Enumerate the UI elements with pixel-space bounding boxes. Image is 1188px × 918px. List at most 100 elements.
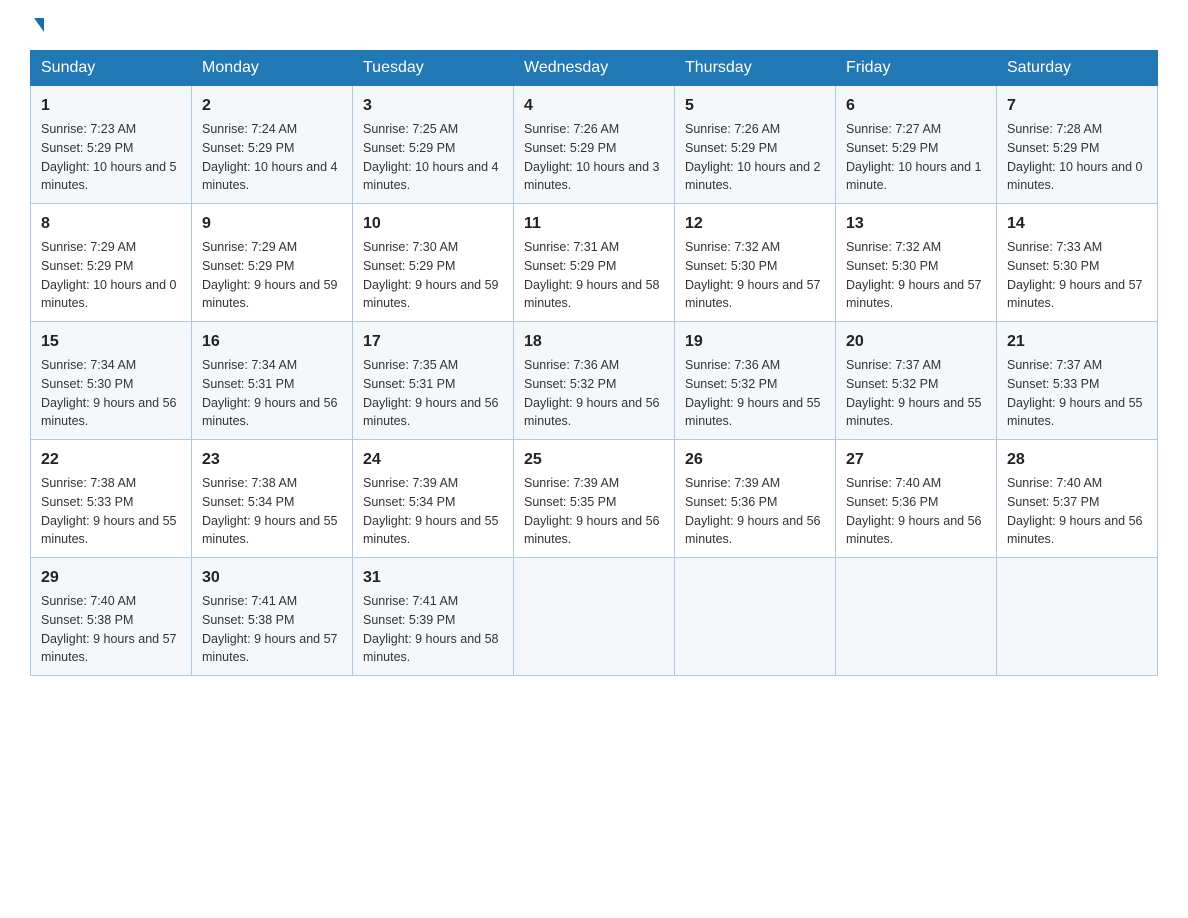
day-info: Sunrise: 7:36 AMSunset: 5:32 PMDaylight:… <box>685 356 825 431</box>
calendar-cell: 22Sunrise: 7:38 AMSunset: 5:33 PMDayligh… <box>31 440 192 558</box>
day-number: 11 <box>524 212 664 236</box>
day-info: Sunrise: 7:31 AMSunset: 5:29 PMDaylight:… <box>524 238 664 313</box>
day-info: Sunrise: 7:32 AMSunset: 5:30 PMDaylight:… <box>846 238 986 313</box>
day-info: Sunrise: 7:37 AMSunset: 5:33 PMDaylight:… <box>1007 356 1147 431</box>
calendar-cell: 1Sunrise: 7:23 AMSunset: 5:29 PMDaylight… <box>31 86 192 204</box>
day-number: 23 <box>202 448 342 472</box>
calendar-cell: 14Sunrise: 7:33 AMSunset: 5:30 PMDayligh… <box>997 204 1158 322</box>
header-cell-friday: Friday <box>836 51 997 86</box>
calendar-table: SundayMondayTuesdayWednesdayThursdayFrid… <box>30 50 1158 676</box>
calendar-cell: 20Sunrise: 7:37 AMSunset: 5:32 PMDayligh… <box>836 322 997 440</box>
calendar-cell: 16Sunrise: 7:34 AMSunset: 5:31 PMDayligh… <box>192 322 353 440</box>
day-number: 2 <box>202 94 342 118</box>
day-number: 6 <box>846 94 986 118</box>
day-info: Sunrise: 7:40 AMSunset: 5:38 PMDaylight:… <box>41 592 181 667</box>
day-number: 27 <box>846 448 986 472</box>
day-info: Sunrise: 7:27 AMSunset: 5:29 PMDaylight:… <box>846 120 986 195</box>
day-number: 31 <box>363 566 503 590</box>
day-info: Sunrise: 7:37 AMSunset: 5:32 PMDaylight:… <box>846 356 986 431</box>
calendar-cell <box>836 558 997 676</box>
logo <box>30 20 44 32</box>
day-number: 10 <box>363 212 503 236</box>
day-number: 30 <box>202 566 342 590</box>
day-info: Sunrise: 7:36 AMSunset: 5:32 PMDaylight:… <box>524 356 664 431</box>
day-info: Sunrise: 7:28 AMSunset: 5:29 PMDaylight:… <box>1007 120 1147 195</box>
day-number: 15 <box>41 330 181 354</box>
calendar-cell <box>514 558 675 676</box>
calendar-cell: 31Sunrise: 7:41 AMSunset: 5:39 PMDayligh… <box>353 558 514 676</box>
day-number: 14 <box>1007 212 1147 236</box>
day-info: Sunrise: 7:39 AMSunset: 5:34 PMDaylight:… <box>363 474 503 549</box>
calendar-cell: 27Sunrise: 7:40 AMSunset: 5:36 PMDayligh… <box>836 440 997 558</box>
calendar-cell: 29Sunrise: 7:40 AMSunset: 5:38 PMDayligh… <box>31 558 192 676</box>
day-info: Sunrise: 7:41 AMSunset: 5:38 PMDaylight:… <box>202 592 342 667</box>
day-number: 18 <box>524 330 664 354</box>
day-number: 21 <box>1007 330 1147 354</box>
day-info: Sunrise: 7:39 AMSunset: 5:36 PMDaylight:… <box>685 474 825 549</box>
calendar-cell: 17Sunrise: 7:35 AMSunset: 5:31 PMDayligh… <box>353 322 514 440</box>
day-number: 19 <box>685 330 825 354</box>
calendar-week-row: 1Sunrise: 7:23 AMSunset: 5:29 PMDaylight… <box>31 86 1158 204</box>
day-info: Sunrise: 7:34 AMSunset: 5:31 PMDaylight:… <box>202 356 342 431</box>
day-info: Sunrise: 7:30 AMSunset: 5:29 PMDaylight:… <box>363 238 503 313</box>
day-number: 12 <box>685 212 825 236</box>
day-info: Sunrise: 7:25 AMSunset: 5:29 PMDaylight:… <box>363 120 503 195</box>
day-info: Sunrise: 7:33 AMSunset: 5:30 PMDaylight:… <box>1007 238 1147 313</box>
calendar-cell: 8Sunrise: 7:29 AMSunset: 5:29 PMDaylight… <box>31 204 192 322</box>
calendar-cell: 2Sunrise: 7:24 AMSunset: 5:29 PMDaylight… <box>192 86 353 204</box>
calendar-week-row: 29Sunrise: 7:40 AMSunset: 5:38 PMDayligh… <box>31 558 1158 676</box>
calendar-cell: 24Sunrise: 7:39 AMSunset: 5:34 PMDayligh… <box>353 440 514 558</box>
day-info: Sunrise: 7:29 AMSunset: 5:29 PMDaylight:… <box>41 238 181 313</box>
header-cell-saturday: Saturday <box>997 51 1158 86</box>
header-cell-sunday: Sunday <box>31 51 192 86</box>
calendar-cell: 12Sunrise: 7:32 AMSunset: 5:30 PMDayligh… <box>675 204 836 322</box>
day-number: 24 <box>363 448 503 472</box>
logo-arrow-icon <box>34 18 44 32</box>
calendar-cell: 4Sunrise: 7:26 AMSunset: 5:29 PMDaylight… <box>514 86 675 204</box>
calendar-cell: 28Sunrise: 7:40 AMSunset: 5:37 PMDayligh… <box>997 440 1158 558</box>
calendar-cell: 18Sunrise: 7:36 AMSunset: 5:32 PMDayligh… <box>514 322 675 440</box>
calendar-cell: 23Sunrise: 7:38 AMSunset: 5:34 PMDayligh… <box>192 440 353 558</box>
calendar-cell: 26Sunrise: 7:39 AMSunset: 5:36 PMDayligh… <box>675 440 836 558</box>
calendar-cell: 21Sunrise: 7:37 AMSunset: 5:33 PMDayligh… <box>997 322 1158 440</box>
calendar-cell: 30Sunrise: 7:41 AMSunset: 5:38 PMDayligh… <box>192 558 353 676</box>
day-info: Sunrise: 7:34 AMSunset: 5:30 PMDaylight:… <box>41 356 181 431</box>
day-number: 16 <box>202 330 342 354</box>
day-number: 5 <box>685 94 825 118</box>
calendar-cell: 25Sunrise: 7:39 AMSunset: 5:35 PMDayligh… <box>514 440 675 558</box>
day-info: Sunrise: 7:32 AMSunset: 5:30 PMDaylight:… <box>685 238 825 313</box>
calendar-header-row: SundayMondayTuesdayWednesdayThursdayFrid… <box>31 51 1158 86</box>
header-cell-thursday: Thursday <box>675 51 836 86</box>
day-info: Sunrise: 7:35 AMSunset: 5:31 PMDaylight:… <box>363 356 503 431</box>
calendar-cell: 13Sunrise: 7:32 AMSunset: 5:30 PMDayligh… <box>836 204 997 322</box>
day-number: 22 <box>41 448 181 472</box>
calendar-cell: 3Sunrise: 7:25 AMSunset: 5:29 PMDaylight… <box>353 86 514 204</box>
day-info: Sunrise: 7:26 AMSunset: 5:29 PMDaylight:… <box>524 120 664 195</box>
day-number: 26 <box>685 448 825 472</box>
day-number: 8 <box>41 212 181 236</box>
calendar-week-row: 8Sunrise: 7:29 AMSunset: 5:29 PMDaylight… <box>31 204 1158 322</box>
calendar-cell: 6Sunrise: 7:27 AMSunset: 5:29 PMDaylight… <box>836 86 997 204</box>
day-number: 3 <box>363 94 503 118</box>
day-info: Sunrise: 7:40 AMSunset: 5:36 PMDaylight:… <box>846 474 986 549</box>
day-number: 20 <box>846 330 986 354</box>
logo-general-text <box>30 20 44 32</box>
day-number: 4 <box>524 94 664 118</box>
calendar-cell: 7Sunrise: 7:28 AMSunset: 5:29 PMDaylight… <box>997 86 1158 204</box>
day-number: 25 <box>524 448 664 472</box>
day-info: Sunrise: 7:24 AMSunset: 5:29 PMDaylight:… <box>202 120 342 195</box>
day-info: Sunrise: 7:41 AMSunset: 5:39 PMDaylight:… <box>363 592 503 667</box>
page-header <box>30 20 1158 32</box>
day-info: Sunrise: 7:26 AMSunset: 5:29 PMDaylight:… <box>685 120 825 195</box>
day-info: Sunrise: 7:39 AMSunset: 5:35 PMDaylight:… <box>524 474 664 549</box>
calendar-cell: 15Sunrise: 7:34 AMSunset: 5:30 PMDayligh… <box>31 322 192 440</box>
calendar-cell: 19Sunrise: 7:36 AMSunset: 5:32 PMDayligh… <box>675 322 836 440</box>
day-info: Sunrise: 7:23 AMSunset: 5:29 PMDaylight:… <box>41 120 181 195</box>
day-info: Sunrise: 7:40 AMSunset: 5:37 PMDaylight:… <box>1007 474 1147 549</box>
day-number: 13 <box>846 212 986 236</box>
calendar-week-row: 22Sunrise: 7:38 AMSunset: 5:33 PMDayligh… <box>31 440 1158 558</box>
header-cell-monday: Monday <box>192 51 353 86</box>
day-info: Sunrise: 7:38 AMSunset: 5:33 PMDaylight:… <box>41 474 181 549</box>
calendar-cell: 9Sunrise: 7:29 AMSunset: 5:29 PMDaylight… <box>192 204 353 322</box>
day-number: 9 <box>202 212 342 236</box>
